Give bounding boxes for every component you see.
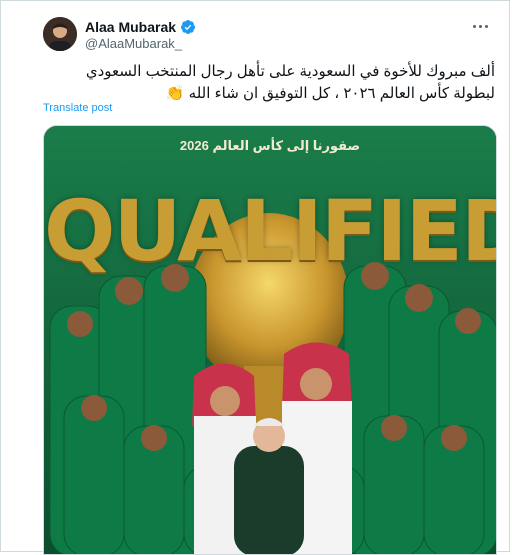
tweet-text: ألف مبروك للأخوة في السعودية على تأهل رج… xyxy=(85,63,495,102)
author-name[interactable]: Alaa Mubarak xyxy=(85,19,176,35)
avatar[interactable] xyxy=(43,17,77,51)
tweet-media-image[interactable]: صقورنا إلى كأس العالم 2026 QUALIFIED xyxy=(43,125,497,555)
verified-badge-icon xyxy=(180,19,196,35)
media-headline: QUALIFIED xyxy=(44,182,497,280)
tweet-card: Alaa Mubarak @AlaaMubarak_ ألف مبروك للأ… xyxy=(0,0,510,555)
more-options-icon[interactable] xyxy=(469,19,491,33)
translate-post-link[interactable]: Translate post xyxy=(43,102,112,114)
author-handle[interactable]: @AlaaMubarak_ xyxy=(85,36,182,51)
author-name-row: Alaa Mubarak xyxy=(85,18,196,36)
media-banner-text: صقورنا إلى كأس العالم 2026 xyxy=(179,138,361,153)
